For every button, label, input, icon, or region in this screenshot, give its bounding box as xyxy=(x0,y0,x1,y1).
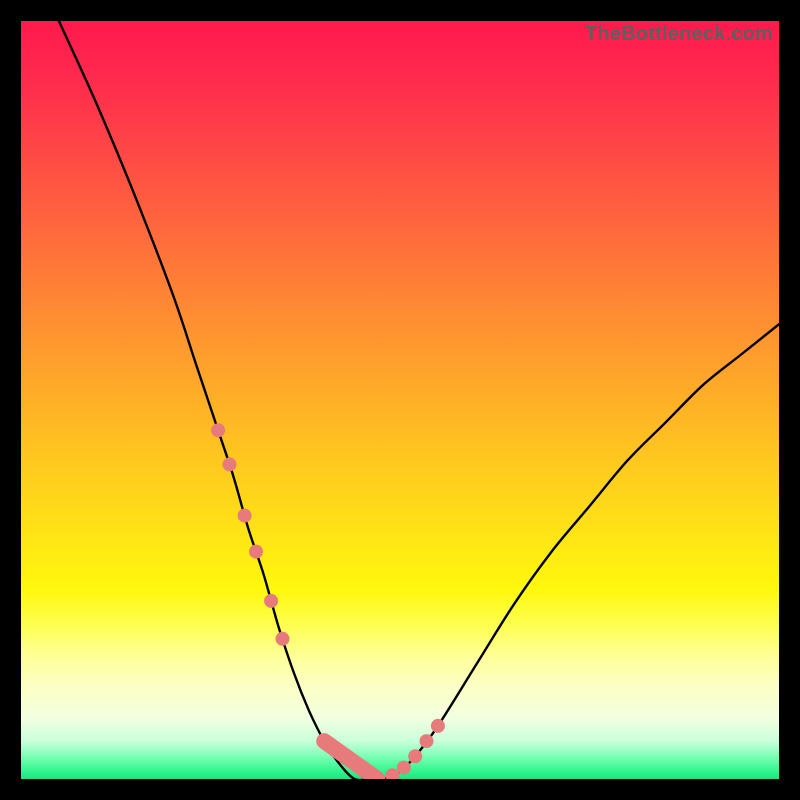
curve-marker xyxy=(211,423,225,437)
curve-marker xyxy=(408,749,422,763)
chart-svg xyxy=(21,21,779,779)
curve-marker xyxy=(249,545,263,559)
curve-marker xyxy=(420,734,434,748)
curve-marker xyxy=(397,761,411,775)
chart-plot-area: TheBottleneck.com xyxy=(21,21,779,779)
curve-marker xyxy=(276,632,290,646)
marker-trough-band xyxy=(324,741,377,779)
bottleneck-curve xyxy=(59,21,779,779)
curve-marker xyxy=(223,457,237,471)
marker-cluster-right xyxy=(385,719,445,779)
curve-marker xyxy=(264,594,278,608)
curve-marker xyxy=(431,719,445,733)
trough-band xyxy=(324,741,377,779)
curve-marker xyxy=(238,509,252,523)
